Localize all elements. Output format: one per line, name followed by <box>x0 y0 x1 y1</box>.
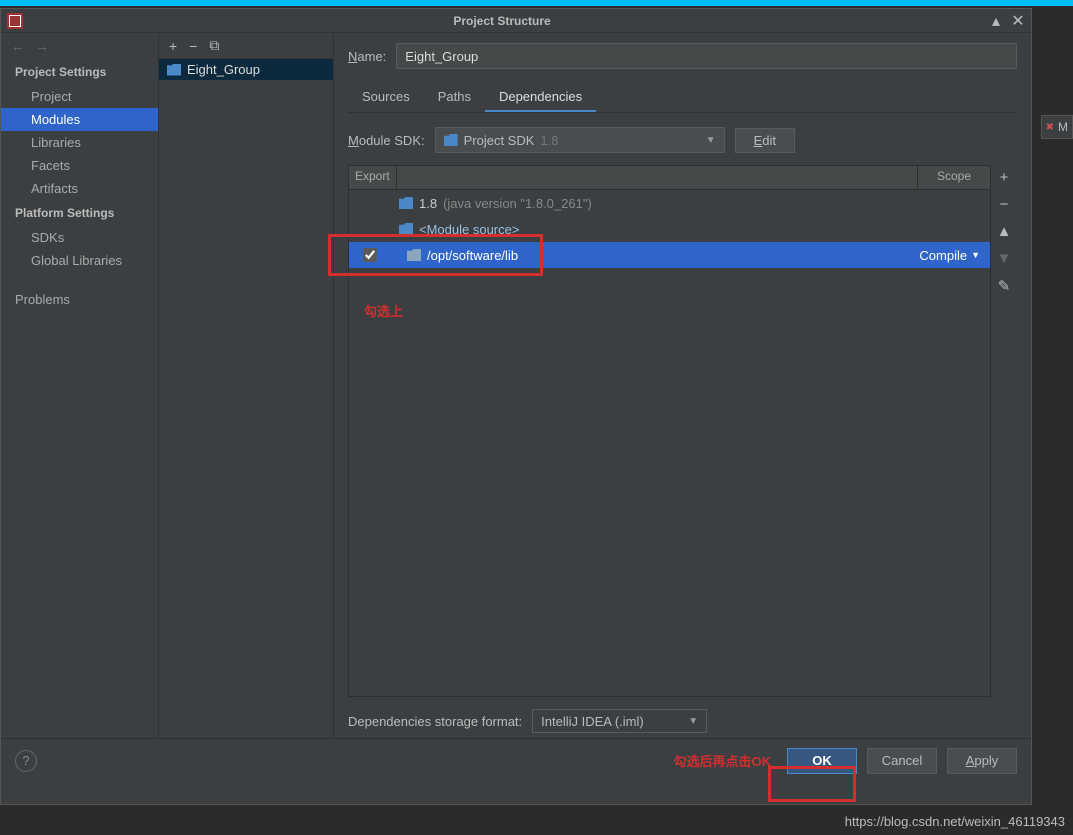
storage-format-select[interactable]: IntelliJ IDEA (.iml) ▼ <box>532 709 707 733</box>
module-sdk-select[interactable]: Project SDK 1.8 ▼ <box>435 127 725 153</box>
module-item[interactable]: Eight_Group <box>159 59 333 80</box>
table-header: Export Scope <box>349 166 990 190</box>
tab-dependencies[interactable]: Dependencies <box>485 83 596 112</box>
module-name: Eight_Group <box>187 62 260 77</box>
row-dim: (java version "1.8.0_261") <box>443 196 592 211</box>
move-up-icon[interactable]: ▲ <box>997 223 1012 240</box>
module-sdk-label: Module SDK: <box>348 133 425 148</box>
move-down-icon[interactable]: ▼ <box>997 250 1012 267</box>
jdk-folder-icon <box>399 197 413 209</box>
annotation-text-1: 勾选上 <box>364 301 403 320</box>
dialog-title: Project Structure <box>23 14 981 28</box>
storage-label: Dependencies storage format: <box>348 714 522 729</box>
badge-x-icon: ✖ <box>1046 122 1054 133</box>
right-badge[interactable]: ✖ M <box>1041 115 1073 139</box>
col-export: Export <box>349 166 397 189</box>
add-dep-icon[interactable]: + <box>1000 169 1009 186</box>
table-row[interactable]: <Module source> <box>349 216 990 242</box>
export-checkbox[interactable] <box>363 248 377 262</box>
col-scope: Scope <box>917 166 990 189</box>
back-icon[interactable]: ← <box>11 38 25 54</box>
row-scope[interactable]: Compile ▼ <box>919 248 990 263</box>
close-icon[interactable]: ✕ <box>1011 14 1025 28</box>
remove-dep-icon[interactable]: − <box>1000 196 1009 213</box>
table-row[interactable]: 1.8 (java version "1.8.0_261") <box>349 190 990 216</box>
name-input[interactable] <box>396 43 1017 69</box>
row-text: <Module source> <box>419 222 519 237</box>
edit-dep-icon[interactable]: ✎ <box>998 277 1011 295</box>
forward-icon[interactable]: → <box>35 38 49 54</box>
name-label: Name: <box>348 49 386 64</box>
name-row: Name: <box>348 43 1017 69</box>
sdk-row: Module SDK: Project SDK 1.8 ▼ Edit <box>348 127 1017 153</box>
module-toolbar: + − ⧉ <box>159 33 333 59</box>
remove-module-icon[interactable]: − <box>189 38 197 54</box>
row-text: 1.8 <box>419 196 437 211</box>
sidebar: ← → Project Settings Project Modules Lib… <box>1 33 159 738</box>
tab-sources[interactable]: Sources <box>348 83 424 112</box>
detail-panel: Name: Sources Paths Dependencies Module … <box>334 33 1031 738</box>
dependencies-table: Export Scope 1.8 (java version "1.8.0_26… <box>348 165 991 697</box>
sidebar-item-artifacts[interactable]: Artifacts <box>1 177 158 200</box>
dropdown-icon: ▼ <box>688 716 698 727</box>
sidebar-item-facets[interactable]: Facets <box>1 154 158 177</box>
dependencies-wrap: Export Scope 1.8 (java version "1.8.0_26… <box>348 165 1017 697</box>
help-button[interactable]: ? <box>15 750 37 772</box>
window-top-border <box>0 0 1073 6</box>
lib-folder-icon <box>407 249 421 261</box>
project-structure-dialog: Project Structure ▴ ✕ ← → Project Settin… <box>0 8 1032 805</box>
badge-label: M <box>1058 120 1068 134</box>
nav-buttons: ← → <box>1 33 158 59</box>
module-list: + − ⧉ Eight_Group <box>159 33 334 738</box>
intellij-logo-icon <box>7 13 23 29</box>
sidebar-item-libraries[interactable]: Libraries <box>1 131 158 154</box>
module-folder-icon <box>167 64 181 76</box>
add-module-icon[interactable]: + <box>169 38 177 54</box>
minimize-icon[interactable]: ▴ <box>989 14 1003 28</box>
row-text: /opt/software/lib <box>427 248 518 263</box>
titlebar: Project Structure ▴ ✕ <box>1 9 1031 33</box>
watermark-url: https://blog.csdn.net/weixin_46119343 <box>845 814 1065 829</box>
scope-dropdown-icon: ▼ <box>971 250 980 260</box>
copy-module-icon[interactable]: ⧉ <box>209 37 219 54</box>
footer: ? 勾选后再点击OK OK Cancel Apply <box>1 738 1031 782</box>
source-folder-icon <box>399 223 413 235</box>
table-side-toolbar: + − ▲ ▼ ✎ <box>991 165 1017 697</box>
sidebar-item-problems[interactable]: Problems <box>1 288 158 311</box>
sidebar-item-project[interactable]: Project <box>1 85 158 108</box>
edit-button[interactable]: Edit <box>735 128 795 153</box>
tab-paths[interactable]: Paths <box>424 83 485 112</box>
sdk-folder-icon <box>444 134 458 146</box>
sidebar-item-global-libraries[interactable]: Global Libraries <box>1 249 158 272</box>
sdk-value-dim: 1.8 <box>540 133 558 148</box>
storage-value: IntelliJ IDEA (.iml) <box>541 714 644 729</box>
tabs: Sources Paths Dependencies <box>348 83 1017 113</box>
storage-format-row: Dependencies storage format: IntelliJ ID… <box>348 709 1017 733</box>
col-name <box>397 166 917 189</box>
table-row[interactable]: /opt/software/lib Compile ▼ <box>349 242 990 268</box>
main-content: ← → Project Settings Project Modules Lib… <box>1 33 1031 738</box>
ok-button[interactable]: OK <box>787 748 857 774</box>
sidebar-item-sdks[interactable]: SDKs <box>1 226 158 249</box>
section-project-settings: Project Settings <box>1 59 158 85</box>
dropdown-icon: ▼ <box>706 135 716 146</box>
annotation-text-2: 勾选后再点击OK <box>673 751 771 770</box>
cancel-button[interactable]: Cancel <box>867 748 937 774</box>
sdk-value-main: Project SDK <box>464 133 535 148</box>
section-platform-settings: Platform Settings <box>1 200 158 226</box>
sidebar-item-modules[interactable]: Modules <box>1 108 158 131</box>
apply-button[interactable]: Apply <box>947 748 1017 774</box>
